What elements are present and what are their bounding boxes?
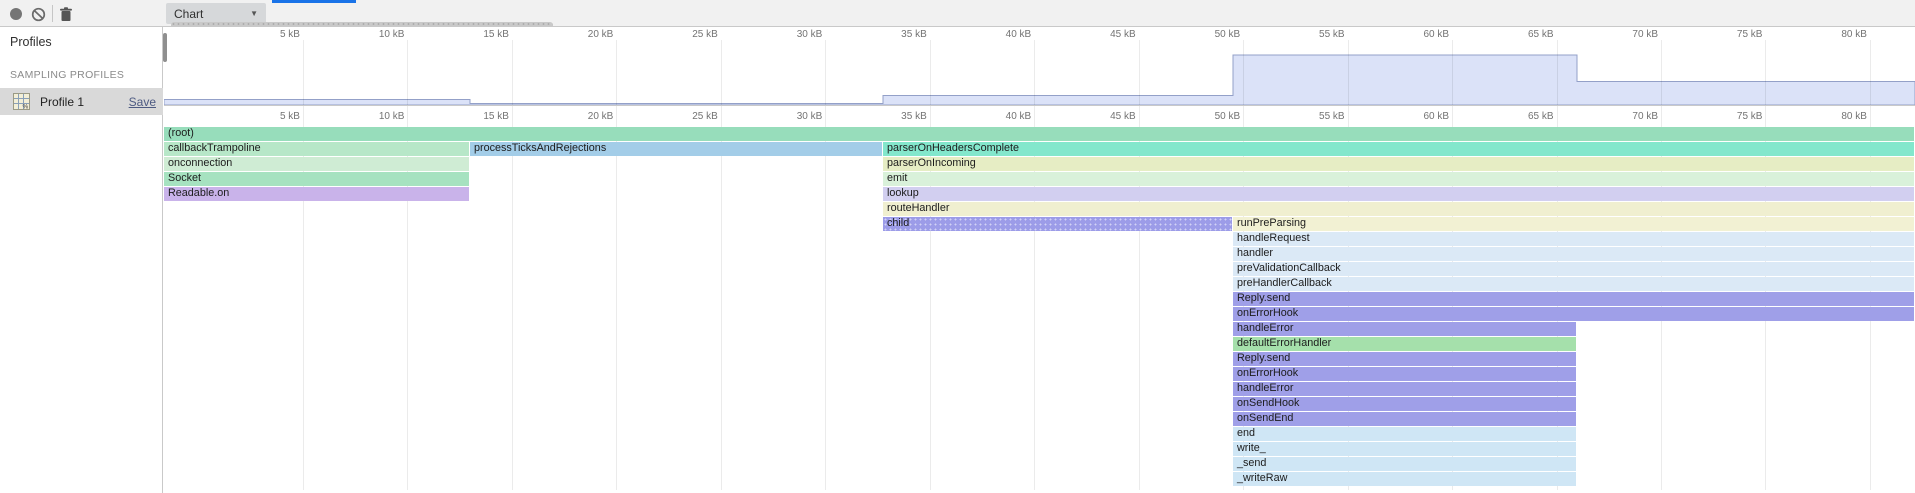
flame-frame[interactable]: Readable.on bbox=[164, 187, 469, 201]
view-mode-value: Chart bbox=[174, 7, 203, 21]
clear-profiles-button[interactable] bbox=[28, 4, 48, 24]
flame-frame[interactable]: Socket bbox=[164, 172, 469, 186]
ruler-tick-label: 55 kB bbox=[1288, 111, 1345, 123]
flame-frame[interactable]: processTicksAndRejections bbox=[470, 142, 882, 156]
pane-separator bbox=[164, 105, 1915, 106]
toolbar-separator bbox=[52, 5, 53, 22]
flame-frame[interactable]: emit bbox=[883, 172, 1914, 186]
overview-gridline bbox=[512, 40, 513, 105]
view-mode-select[interactable]: Chart ▼ bbox=[166, 3, 266, 24]
overview-gridline bbox=[930, 40, 931, 105]
flame-frame[interactable]: _writeRaw bbox=[1233, 472, 1576, 486]
flame-frame[interactable]: onErrorHook bbox=[1233, 307, 1914, 321]
flame-frame[interactable]: runPreParsing bbox=[1233, 217, 1914, 231]
profile-name: Profile 1 bbox=[40, 95, 129, 109]
record-button[interactable] bbox=[6, 4, 26, 24]
flame-chart-area[interactable]: 5 kB 10 kB 15 kB 20 kB 25 kB 30 kB 35 kB 40 kB 4… bbox=[164, 27, 1915, 493]
flame-frame[interactable]: (root) bbox=[164, 127, 1914, 141]
flame-frame[interactable]: onSendHook bbox=[1233, 397, 1576, 411]
heap-profile-icon: % bbox=[13, 93, 30, 110]
ruler-tick-label: 40 kB bbox=[974, 111, 1031, 123]
flame-frame[interactable]: Reply.send bbox=[1233, 292, 1914, 306]
ruler-tick-label: 50 kB bbox=[1183, 111, 1240, 123]
ruler-tick-label: 25 kB bbox=[661, 111, 718, 123]
overview-area-path bbox=[164, 55, 1915, 105]
delete-profile-button[interactable] bbox=[56, 4, 76, 24]
svg-text:%: % bbox=[23, 104, 29, 111]
overview-gridline bbox=[1557, 40, 1558, 105]
flame-frame[interactable]: parserOnHeadersComplete bbox=[883, 142, 1914, 156]
overview-gridline bbox=[1348, 40, 1349, 105]
ruler-tick-label: 75 kB bbox=[1705, 111, 1762, 123]
ruler-tick-label: 45 kB bbox=[1079, 111, 1136, 123]
ruler-tick-label: 65 kB bbox=[1497, 111, 1554, 123]
overview-gridline bbox=[721, 40, 722, 105]
sidebar-item-profile-1[interactable]: % Profile 1 Save bbox=[0, 88, 163, 115]
record-circle-icon bbox=[9, 7, 23, 21]
ruler-tick-label: 35 kB bbox=[870, 111, 927, 123]
overview-gridline bbox=[1452, 40, 1453, 105]
sampling-profiles-header: SAMPLING PROFILES bbox=[10, 69, 124, 81]
flame-frame[interactable]: handler bbox=[1233, 247, 1914, 261]
active-tab-accent bbox=[272, 0, 356, 3]
overview-gridline bbox=[1661, 40, 1662, 105]
flame-frame[interactable]: Reply.send bbox=[1233, 352, 1576, 366]
flame-frame[interactable]: lookup bbox=[883, 187, 1914, 201]
flame-frame[interactable]: end bbox=[1233, 427, 1576, 441]
flame-frame[interactable]: callbackTrampoline bbox=[164, 142, 469, 156]
overview-silhouette[interactable] bbox=[164, 27, 1915, 106]
flame-frame[interactable]: parserOnIncoming bbox=[883, 157, 1914, 171]
flame-frame[interactable]: _send bbox=[1233, 457, 1576, 471]
overview-gridline bbox=[1765, 40, 1766, 105]
block-icon bbox=[31, 7, 46, 22]
flame-frame[interactable]: onconnection bbox=[164, 157, 469, 171]
ruler-tick-label: 10 kB bbox=[347, 111, 404, 123]
ruler-tick-label: 80 kB bbox=[1810, 111, 1867, 123]
ruler-tick-label: 15 kB bbox=[452, 111, 509, 123]
ruler-tick-label: 5 kB bbox=[243, 111, 300, 123]
flame-frame[interactable]: preValidationCallback bbox=[1233, 262, 1914, 276]
ruler-tick-label: 20 kB bbox=[556, 111, 613, 123]
flame-gridline bbox=[512, 106, 513, 490]
overview-left-handle[interactable] bbox=[163, 33, 167, 62]
flame-frame[interactable]: onErrorHook bbox=[1233, 367, 1576, 381]
heap-profiler-panel: Chart ▼ Profiles SAMPLING PROFILES % Pro… bbox=[0, 0, 1915, 493]
flame-frame[interactable]: write_ bbox=[1233, 442, 1576, 456]
overview-gridline bbox=[1243, 40, 1244, 105]
overview-gridline bbox=[616, 40, 617, 105]
toolbar: Chart ▼ bbox=[0, 0, 1915, 27]
chevron-down-icon: ▼ bbox=[250, 9, 258, 18]
flame-gridline bbox=[825, 106, 826, 490]
trash-icon bbox=[59, 7, 73, 22]
flame-frame[interactable]: preHandlerCallback bbox=[1233, 277, 1914, 291]
flame-frame[interactable]: handleError bbox=[1233, 322, 1576, 336]
flame-frame[interactable]: routeHandler bbox=[883, 202, 1914, 216]
overview-gridline bbox=[1139, 40, 1140, 105]
flame-frame[interactable]: defaultErrorHandler bbox=[1233, 337, 1576, 351]
flame-frame[interactable]: handleError bbox=[1233, 382, 1576, 396]
save-profile-link[interactable]: Save bbox=[129, 95, 156, 109]
flame-frame[interactable]: onSendEnd bbox=[1233, 412, 1576, 426]
overview-gridline bbox=[303, 40, 304, 105]
overview-gridline bbox=[407, 40, 408, 105]
overview-gridline bbox=[825, 40, 826, 105]
profiles-sidebar: Profiles SAMPLING PROFILES % Profile 1 S… bbox=[0, 27, 163, 493]
flame-gridline bbox=[721, 106, 722, 490]
ruler-tick-label: 70 kB bbox=[1601, 111, 1658, 123]
flame-frame[interactable]: handleRequest bbox=[1233, 232, 1914, 246]
flame-frame[interactable]: child bbox=[883, 217, 1232, 231]
flame-gridline bbox=[616, 106, 617, 490]
overview-gridline bbox=[1870, 40, 1871, 105]
ruler-tick-label: 60 kB bbox=[1392, 111, 1449, 123]
ruler-tick-label: 30 kB bbox=[765, 111, 822, 123]
sidebar-title: Profiles bbox=[10, 35, 52, 49]
overview-gridline bbox=[1034, 40, 1035, 105]
